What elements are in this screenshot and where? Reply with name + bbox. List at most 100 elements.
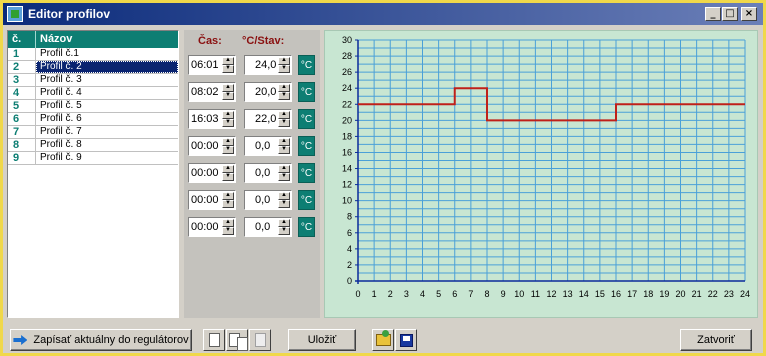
paste-profile-button[interactable]: [249, 329, 271, 351]
profile-list-header: č. Názov: [8, 31, 178, 48]
time-spinner[interactable]: 08:02 ▲ ▼: [188, 82, 236, 102]
minimize-button[interactable]: _: [705, 7, 721, 21]
time-spinner-arrows[interactable]: ▲ ▼: [222, 219, 234, 235]
spin-down-icon[interactable]: ▼: [278, 200, 290, 208]
x-tick-label: 0: [355, 289, 360, 299]
spin-down-icon[interactable]: ▼: [278, 119, 290, 127]
temperature-spinner[interactable]: 20,0 ▲ ▼: [244, 82, 292, 102]
maximize-button[interactable]: □: [722, 7, 738, 21]
spin-up-icon[interactable]: ▲: [222, 165, 234, 173]
spin-up-icon[interactable]: ▲: [278, 57, 290, 65]
spin-up-icon[interactable]: ▲: [278, 111, 290, 119]
time-spinner[interactable]: 06:01 ▲ ▼: [188, 55, 236, 75]
celsius-mode-button[interactable]: °C: [298, 82, 315, 102]
spin-down-icon[interactable]: ▼: [222, 119, 234, 127]
time-spinner[interactable]: 00:00 ▲ ▼: [188, 163, 236, 183]
x-tick-label: 5: [436, 289, 441, 299]
temperature-spinner[interactable]: 0,0 ▲ ▼: [244, 163, 292, 183]
time-spinner[interactable]: 00:00 ▲ ▼: [188, 217, 236, 237]
copy-profile-button[interactable]: [226, 329, 248, 351]
spin-down-icon[interactable]: ▼: [222, 146, 234, 154]
temperature-spinner[interactable]: 0,0 ▲ ▼: [244, 217, 292, 237]
time-spinner[interactable]: 00:00 ▲ ▼: [188, 190, 236, 210]
list-item-name: Profil č. 9: [40, 152, 82, 163]
list-item[interactable]: 3 Profil č. 3: [8, 74, 178, 87]
spin-up-icon[interactable]: ▲: [278, 219, 290, 227]
temperature-spinner[interactable]: 0,0 ▲ ▼: [244, 136, 292, 156]
close-button[interactable]: Zatvoriť: [680, 329, 752, 351]
list-item-number: 2: [8, 61, 36, 73]
spin-down-icon[interactable]: ▼: [278, 173, 290, 181]
spin-down-icon[interactable]: ▼: [222, 92, 234, 100]
spin-down-icon[interactable]: ▼: [278, 146, 290, 154]
time-spinner[interactable]: 00:00 ▲ ▼: [188, 136, 236, 156]
time-spinner-arrows[interactable]: ▲ ▼: [222, 57, 234, 73]
celsius-mode-button[interactable]: °C: [298, 217, 315, 237]
save-disk-button[interactable]: [395, 329, 417, 351]
time-spinner-arrows[interactable]: ▲ ▼: [222, 111, 234, 127]
x-tick-label: 3: [404, 289, 409, 299]
list-item[interactable]: 7 Profil č. 7: [8, 126, 178, 139]
spin-down-icon[interactable]: ▼: [278, 92, 290, 100]
spin-down-icon[interactable]: ▼: [278, 227, 290, 235]
time-spinner-arrows[interactable]: ▲ ▼: [222, 138, 234, 154]
celsius-mode-button[interactable]: °C: [298, 55, 315, 75]
time-spinner-arrows[interactable]: ▲ ▼: [222, 192, 234, 208]
temperature-spinner[interactable]: 24,0 ▲ ▼: [244, 55, 292, 75]
spin-down-icon[interactable]: ▼: [278, 65, 290, 73]
close-window-button[interactable]: ×: [741, 7, 757, 21]
time-spinner[interactable]: 16:03 ▲ ▼: [188, 109, 236, 129]
time-value: 00:00: [191, 167, 219, 179]
spin-up-icon[interactable]: ▲: [278, 192, 290, 200]
temperature-spinner-arrows[interactable]: ▲ ▼: [278, 165, 290, 181]
spin-up-icon[interactable]: ▲: [222, 111, 234, 119]
temperature-spinner-arrows[interactable]: ▲ ▼: [278, 57, 290, 73]
celsius-mode-button[interactable]: °C: [298, 163, 315, 183]
spin-down-icon[interactable]: ▼: [222, 227, 234, 235]
list-item[interactable]: 4 Profil č. 4: [8, 87, 178, 100]
spin-down-icon[interactable]: ▼: [222, 65, 234, 73]
time-value: 00:00: [191, 140, 219, 152]
spin-up-icon[interactable]: ▲: [222, 57, 234, 65]
time-spinner-arrows[interactable]: ▲ ▼: [222, 165, 234, 181]
open-button[interactable]: [372, 329, 394, 351]
list-item[interactable]: 2 Profil č. 2: [8, 61, 178, 74]
spin-up-icon[interactable]: ▲: [278, 165, 290, 173]
list-item[interactable]: 6 Profil č. 6: [8, 113, 178, 126]
new-profile-button[interactable]: [203, 329, 225, 351]
x-tick-label: 2: [388, 289, 393, 299]
spin-down-icon[interactable]: ▼: [222, 173, 234, 181]
celsius-mode-button[interactable]: °C: [298, 136, 315, 156]
list-item[interactable]: 5 Profil č. 5: [8, 100, 178, 113]
temperature-spinner-arrows[interactable]: ▲ ▼: [278, 84, 290, 100]
title-bar[interactable]: Editor profilov _ □ ×: [3, 3, 763, 25]
write-to-controllers-button[interactable]: Zapísať aktuálny do regulátorov: [10, 329, 192, 351]
list-item[interactable]: 9 Profil č. 9: [8, 152, 178, 165]
spin-up-icon[interactable]: ▲: [222, 219, 234, 227]
arrow-right-icon: [13, 335, 28, 345]
spin-up-icon[interactable]: ▲: [222, 84, 234, 92]
temperature-spinner-arrows[interactable]: ▲ ▼: [278, 219, 290, 235]
column-header-name[interactable]: Názov: [36, 31, 178, 48]
list-item-number: 7: [8, 126, 36, 138]
list-item[interactable]: 8 Profil č. 8: [8, 139, 178, 152]
temperature-spinner[interactable]: 22,0 ▲ ▼: [244, 109, 292, 129]
column-header-number[interactable]: č.: [8, 31, 36, 48]
time-spinner-arrows[interactable]: ▲ ▼: [222, 84, 234, 100]
temperature-spinner-arrows[interactable]: ▲ ▼: [278, 192, 290, 208]
profile-list[interactable]: č. Názov 1 Profil č.1 2 Profil č. 2 3 Profil …: [7, 30, 179, 318]
spin-up-icon[interactable]: ▲: [278, 138, 290, 146]
spin-up-icon[interactable]: ▲: [222, 138, 234, 146]
temperature-spinner-arrows[interactable]: ▲ ▼: [278, 111, 290, 127]
save-button[interactable]: Uložiť: [288, 329, 356, 351]
spin-up-icon[interactable]: ▲: [278, 84, 290, 92]
celsius-mode-button[interactable]: °C: [298, 109, 315, 129]
celsius-mode-button[interactable]: °C: [298, 190, 315, 210]
temperature-spinner-arrows[interactable]: ▲ ▼: [278, 138, 290, 154]
spin-up-icon[interactable]: ▲: [222, 192, 234, 200]
x-tick-label: 6: [452, 289, 457, 299]
schedule-row: 08:02 ▲ ▼ 20,0 ▲ ▼ °C: [188, 82, 315, 102]
list-item[interactable]: 1 Profil č.1: [8, 48, 178, 61]
spin-down-icon[interactable]: ▼: [222, 200, 234, 208]
temperature-spinner[interactable]: 0,0 ▲ ▼: [244, 190, 292, 210]
